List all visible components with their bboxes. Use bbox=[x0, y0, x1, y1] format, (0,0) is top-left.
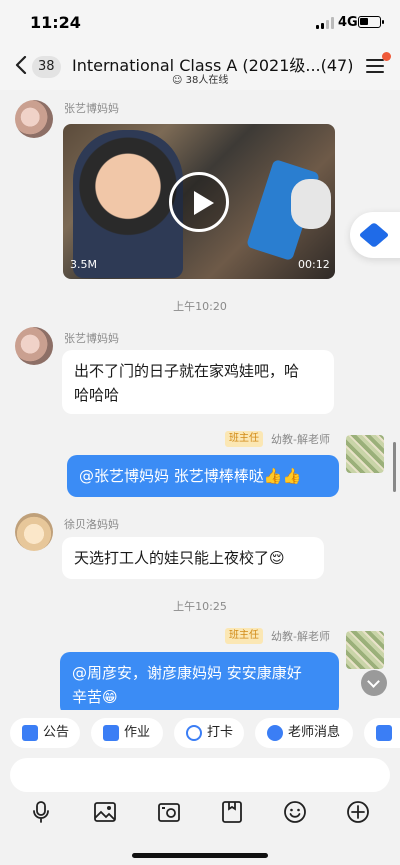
cube-icon bbox=[358, 222, 390, 248]
message-text-line: 哈哈哈 bbox=[74, 386, 120, 404]
video-message[interactable]: 3.5M 00:12 bbox=[63, 124, 335, 279]
status-bar: 11:24 4G bbox=[0, 0, 400, 44]
quick-action-announcement[interactable]: 公告 bbox=[10, 718, 80, 748]
network-label: 4G bbox=[338, 15, 358, 30]
online-count: ☺ 38人在线 bbox=[172, 75, 229, 86]
video-size: 3.5M bbox=[70, 258, 97, 271]
chat-header: 38 International Class A (2021级...(47) ☺… bbox=[0, 44, 400, 90]
book-icon bbox=[376, 725, 392, 741]
quick-action-label: 打卡 bbox=[207, 725, 234, 740]
sender-name: 幼教-解老师 bbox=[271, 433, 330, 446]
quick-action-more[interactable] bbox=[364, 718, 400, 748]
quick-action-bar: 公告 作业 打卡 老师消息 bbox=[0, 710, 400, 756]
avatar[interactable] bbox=[15, 513, 53, 551]
time-divider: 上午10:25 bbox=[173, 600, 227, 613]
emoji-icon[interactable] bbox=[283, 800, 307, 824]
message-input[interactable] bbox=[10, 758, 390, 792]
plus-icon[interactable] bbox=[346, 800, 370, 824]
home-indicator bbox=[132, 853, 268, 858]
message-text-line: 出不了门的日子就在家鸡娃吧，哈 bbox=[74, 362, 300, 380]
video-duration: 00:12 bbox=[298, 258, 330, 271]
teacher-message-icon bbox=[267, 725, 283, 741]
chevron-down-icon bbox=[367, 675, 380, 688]
avatar[interactable] bbox=[346, 435, 384, 473]
online-count-text: 38人在线 bbox=[185, 75, 229, 86]
avatar[interactable] bbox=[346, 631, 384, 669]
notification-dot bbox=[382, 52, 391, 61]
input-area bbox=[0, 756, 400, 796]
avatar[interactable] bbox=[15, 327, 53, 365]
quick-action-label: 老师消息 bbox=[288, 725, 341, 740]
sender-name: 幼教-解老师 bbox=[271, 630, 330, 643]
quick-action-teacher-message[interactable]: 老师消息 bbox=[255, 718, 353, 748]
role-badge: 班主任 bbox=[225, 431, 263, 447]
scroll-down-button[interactable] bbox=[361, 670, 387, 696]
role-badge: 班主任 bbox=[225, 628, 263, 644]
time-divider: 上午10:20 bbox=[173, 300, 227, 313]
quick-action-checkin[interactable]: 打卡 bbox=[174, 718, 244, 748]
battery-icon bbox=[358, 16, 384, 28]
quick-action-label: 作业 bbox=[124, 725, 151, 740]
video-thumbnail bbox=[73, 130, 183, 278]
scrollbar[interactable] bbox=[393, 442, 396, 492]
image-icon[interactable] bbox=[93, 800, 117, 824]
quick-action-homework[interactable]: 作业 bbox=[91, 718, 163, 748]
file-icon[interactable] bbox=[220, 800, 244, 824]
sender-name: 张艺博妈妈 bbox=[64, 102, 119, 115]
message-bubble[interactable]: 天选打工人的娃只能上夜校了😌 bbox=[62, 537, 324, 579]
unread-count-badge[interactable]: 38 bbox=[32, 56, 61, 78]
message-text-line: @周彦安，谢彦康妈妈 安安康康好 bbox=[72, 664, 302, 682]
message-bubble[interactable]: @张艺博妈妈 张艺博棒棒哒👍👍 bbox=[67, 455, 339, 497]
message-bubble[interactable]: @周彦安，谢彦康妈妈 安安康康好 辛苦😁 bbox=[60, 652, 339, 710]
back-icon[interactable] bbox=[14, 56, 28, 74]
menu-icon[interactable] bbox=[366, 59, 384, 73]
homework-icon bbox=[103, 725, 119, 741]
signal-icon bbox=[316, 17, 334, 29]
chat-area[interactable]: 张艺博妈妈 3.5M 00:12 上午10:20 张艺博妈妈 出不了门的日子就在… bbox=[0, 90, 400, 710]
message-text-line: 辛苦😁 bbox=[72, 688, 118, 706]
sender-name: 张艺博妈妈 bbox=[64, 332, 119, 345]
avatar[interactable] bbox=[15, 100, 53, 138]
quick-action-label: 公告 bbox=[43, 725, 70, 740]
play-icon[interactable] bbox=[169, 172, 229, 232]
microphone-icon[interactable] bbox=[29, 800, 53, 824]
message-bubble[interactable]: 出不了门的日子就在家鸡娃吧，哈 哈哈哈 bbox=[62, 350, 334, 414]
camera-icon[interactable] bbox=[157, 800, 181, 824]
announcement-icon bbox=[22, 725, 38, 741]
checkin-icon bbox=[186, 725, 202, 741]
floating-widget-button[interactable] bbox=[350, 212, 400, 258]
status-time: 11:24 bbox=[30, 13, 81, 32]
sender-name: 徐贝洛妈妈 bbox=[64, 518, 119, 531]
